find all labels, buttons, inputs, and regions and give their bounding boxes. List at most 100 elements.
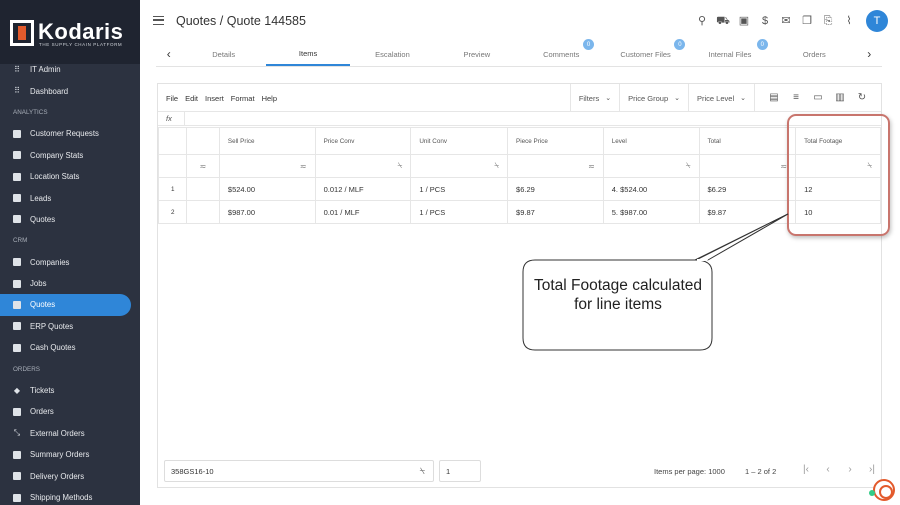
sidebar-item-shipping-methods[interactable]: Shipping Methods <box>0 487 140 505</box>
formula-bar[interactable]: fx <box>158 112 881 126</box>
column-header[interactable]: Unit Conv <box>410 127 509 155</box>
page-number-input[interactable]: 1 <box>439 460 481 482</box>
columns-icon[interactable]: ▥ <box>834 92 846 104</box>
sidebar-item-quotes[interactable]: Quotes <box>0 294 131 316</box>
filters-dropdown[interactable]: Filters ⌄ <box>569 84 619 112</box>
column-header[interactable]: Level <box>602 127 700 155</box>
formula-divider <box>184 112 185 126</box>
tab-comments[interactable]: Comments 0 <box>519 39 603 66</box>
table-cell[interactable]: 0.01 / MLF <box>314 200 412 224</box>
filter-cell[interactable]: ≂ <box>218 154 316 178</box>
price-group-dropdown[interactable]: Price Group ⌄ <box>619 84 688 112</box>
tab-internal-files[interactable]: Internal Files 0 <box>688 39 772 66</box>
tab-label: Escalation <box>375 49 410 59</box>
table-cell[interactable]: 1 / PCS <box>410 177 509 201</box>
help-chat-icon[interactable] <box>873 479 895 501</box>
sidebar-item-company-stats[interactable]: Company Stats <box>0 145 140 166</box>
filter-icon[interactable]: ≂ <box>195 162 211 171</box>
tag-icon: ◆ <box>13 385 21 395</box>
cash-icon[interactable]: ▣ <box>737 14 751 28</box>
comment-icon[interactable]: ▭ <box>812 92 824 104</box>
filter-cell[interactable]: ⍀ <box>410 154 509 178</box>
filter-icon[interactable]: ≂ <box>300 162 307 171</box>
file-download-icon[interactable]: ⎘ <box>821 14 835 28</box>
sidebar-item-orders[interactable]: Orders <box>0 401 140 422</box>
sidebar-item-jobs[interactable]: Jobs <box>0 273 140 294</box>
menu-icon[interactable] <box>153 16 164 25</box>
filter-off-icon[interactable]: ⍀ <box>398 161 403 171</box>
sidebar-item-summary-orders[interactable]: Summary Orders <box>0 444 140 465</box>
menu-format[interactable]: Format <box>231 94 255 103</box>
refresh-icon[interactable]: ↻ <box>856 92 868 104</box>
tab-customer-files[interactable]: Customer Files 0 <box>603 39 687 66</box>
tab-preview[interactable]: Preview <box>435 42 519 66</box>
dollar-icon[interactable]: $ <box>758 14 772 28</box>
grid-toolbar: Filters ⌄ Price Group ⌄ Price Level ⌄ ▤ ≡ ▭… <box>569 84 881 112</box>
tab-escalation[interactable]: Escalation <box>350 42 434 66</box>
chart-icon <box>13 129 21 138</box>
column-header[interactable]: Sell Price <box>218 127 316 155</box>
tab-orders[interactable]: Orders <box>772 42 856 66</box>
menu-file[interactable]: File <box>166 94 178 103</box>
tab-items[interactable]: Items <box>265 42 351 66</box>
sidebar-item-it-admin[interactable]: ⠿ IT Admin <box>0 59 140 80</box>
price-level-dropdown[interactable]: Price Level ⌄ <box>688 84 754 112</box>
sidebar-item-customer-requests[interactable]: Customer Requests <box>0 123 140 144</box>
table-cell[interactable]: $524.00 <box>218 177 316 201</box>
sidebar-section-title: ANALYTICS <box>13 108 48 116</box>
chevron-right-icon[interactable]: › <box>857 42 883 66</box>
sidebar-item-analytics-quotes[interactable]: Quotes <box>0 209 140 230</box>
filter-off-icon[interactable]: ⍀ <box>494 161 499 171</box>
brand-logo[interactable]: Kodaris THE SUPPLY CHAIN PLATFORM <box>0 0 140 64</box>
paperclip-icon[interactable]: ⌇ <box>842 14 856 28</box>
chart-icon <box>13 194 21 203</box>
column-header[interactable]: Piece Price <box>507 127 604 155</box>
filter-cell[interactable]: ⍀ <box>314 154 412 178</box>
clear-filter-icon[interactable]: ⍀ <box>420 466 425 477</box>
menu-help[interactable]: Help <box>262 94 277 103</box>
filter-cell[interactable]: ⍀ <box>602 154 700 178</box>
filter-cell[interactable]: ≂ <box>698 154 797 178</box>
filter-off-icon[interactable]: ⍀ <box>686 161 691 171</box>
table-cell[interactable]: 0.012 / MLF <box>314 177 412 201</box>
column-header[interactable]: Total <box>698 127 797 155</box>
item-code-input[interactable]: 358GS16-10 ⍀ <box>164 460 434 482</box>
filter-cell[interactable]: ≂ <box>507 154 604 178</box>
location-pin-icon[interactable]: ⚲ <box>695 14 709 28</box>
sidebar-item-erp-quotes[interactable]: ERP Quotes <box>0 316 140 337</box>
sidebar-item-delivery-orders[interactable]: Delivery Orders <box>0 465 140 486</box>
filter-cell[interactable]: ≂ <box>185 154 220 178</box>
sidebar-item-tickets[interactable]: ◆ Tickets <box>0 380 140 401</box>
sidebar-item-location-stats[interactable]: Location Stats <box>0 166 140 187</box>
table-cell[interactable]: 1 / PCS <box>410 200 509 224</box>
items-per-page[interactable]: Items per page: 1000 <box>654 467 725 476</box>
sidebar-item-label: IT Admin <box>30 65 61 75</box>
grid-menu: File Edit Insert Format Help <box>166 94 284 103</box>
sidebar-item-external-orders[interactable]: ⤡ External Orders <box>0 423 140 444</box>
next-page-icon[interactable]: › <box>839 464 861 475</box>
sidebar-item-leads[interactable]: Leads <box>0 187 140 208</box>
avatar[interactable]: T <box>866 10 888 32</box>
table-cell[interactable] <box>185 177 220 201</box>
sidebar-item-cash-quotes[interactable]: Cash Quotes <box>0 337 140 358</box>
mail-icon[interactable]: ✉ <box>779 14 793 28</box>
tab-details[interactable]: Details <box>182 42 266 66</box>
previous-page-icon[interactable]: ‹ <box>817 464 839 475</box>
filter-icon[interactable]: ≂ <box>588 162 595 171</box>
last-page-icon[interactable]: ›| <box>861 464 883 475</box>
add-row-icon[interactable]: ≡ <box>790 92 802 104</box>
menu-insert[interactable]: Insert <box>205 94 224 103</box>
menu-edit[interactable]: Edit <box>185 94 198 103</box>
dollar-toggle-icon[interactable]: ▤ <box>768 92 780 104</box>
tab-divider <box>156 66 882 67</box>
copy-icon[interactable]: ❐ <box>800 14 814 28</box>
column-header[interactable]: Price Conv <box>314 127 412 155</box>
table-cell[interactable] <box>185 200 220 224</box>
sidebar-item-dashboard[interactable]: ⠿ Dashboard <box>0 80 140 101</box>
sidebar-item-companies[interactable]: Companies <box>0 252 140 273</box>
sidebar-section-title: ORDERS <box>13 365 40 373</box>
truck-icon[interactable]: ⛟ <box>716 14 730 28</box>
first-page-icon[interactable]: |‹ <box>795 464 817 475</box>
table-cell[interactable]: $987.00 <box>218 200 316 224</box>
chevron-left-icon[interactable]: ‹ <box>156 42 182 66</box>
